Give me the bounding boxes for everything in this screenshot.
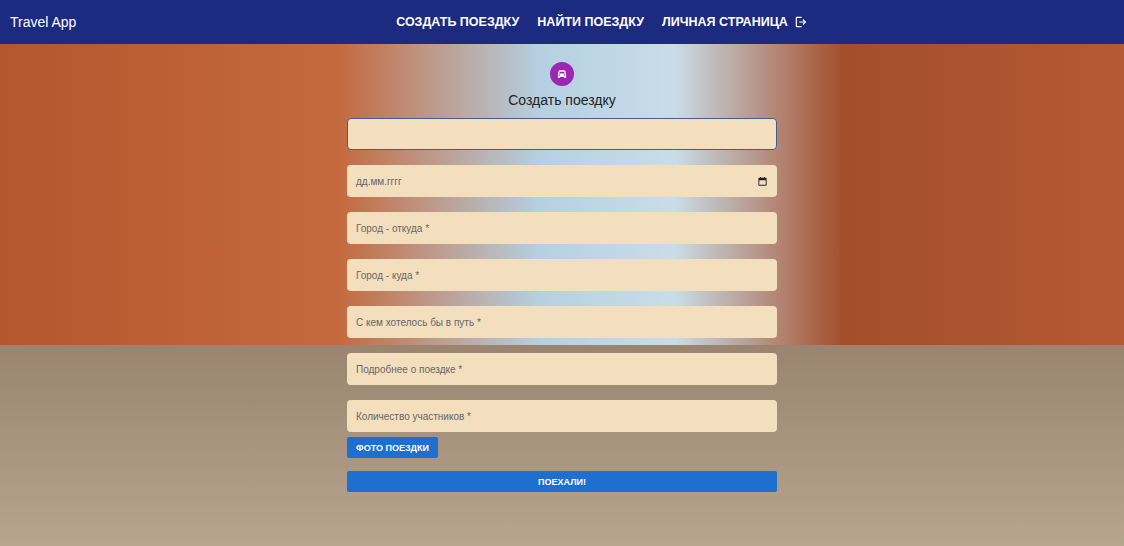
background-photo: Создать поездку дд.мм.гггг Город - откуда … <box>0 44 1124 546</box>
car-icon <box>550 62 574 86</box>
text-field[interactable]: Город - откуда * <box>347 212 777 244</box>
logout-icon[interactable] <box>794 15 808 29</box>
submit-button[interactable]: ПОЕХАЛИ! <box>347 471 777 492</box>
nav: СОЗДАТЬ ПОЕЗДКУ НАЙТИ ПОЕЗДКУ ЛИЧНАЯ СТРАН… <box>310 15 894 29</box>
calendar-icon[interactable] <box>757 176 768 187</box>
photo-button[interactable]: ФОТО ПОЕЗДКИ <box>347 437 438 458</box>
date-field[interactable]: дд.мм.гггг <box>347 165 777 197</box>
text-field[interactable]: С кем хотелось бы в путь * <box>347 306 777 338</box>
text-field[interactable]: Подробнее о поездке * <box>347 353 777 385</box>
text-field[interactable] <box>347 118 777 150</box>
nav-link[interactable]: НАЙТИ ПОЕЗДКУ <box>537 15 644 29</box>
text-field[interactable]: Город - куда * <box>347 259 777 291</box>
create-trip-form: Создать поездку дд.мм.гггг Город - откуда … <box>347 44 777 546</box>
app-title[interactable]: Travel App <box>10 14 230 30</box>
text-field[interactable]: Количество участников * <box>347 400 777 432</box>
app-bar: Travel App СОЗДАТЬ ПОЕЗДКУ НАЙТИ ПОЕЗДКУ ЛИ… <box>0 0 1124 44</box>
page: Travel App СОЗДАТЬ ПОЕЗДКУ НАЙТИ ПОЕЗДКУ ЛИ… <box>0 0 1124 546</box>
nav-link[interactable]: ЛИЧНАЯ СТРАНИЦА <box>662 15 808 29</box>
nav-link[interactable]: СОЗДАТЬ ПОЕЗДКУ <box>396 15 519 29</box>
form-title: Создать поездку <box>508 92 616 108</box>
